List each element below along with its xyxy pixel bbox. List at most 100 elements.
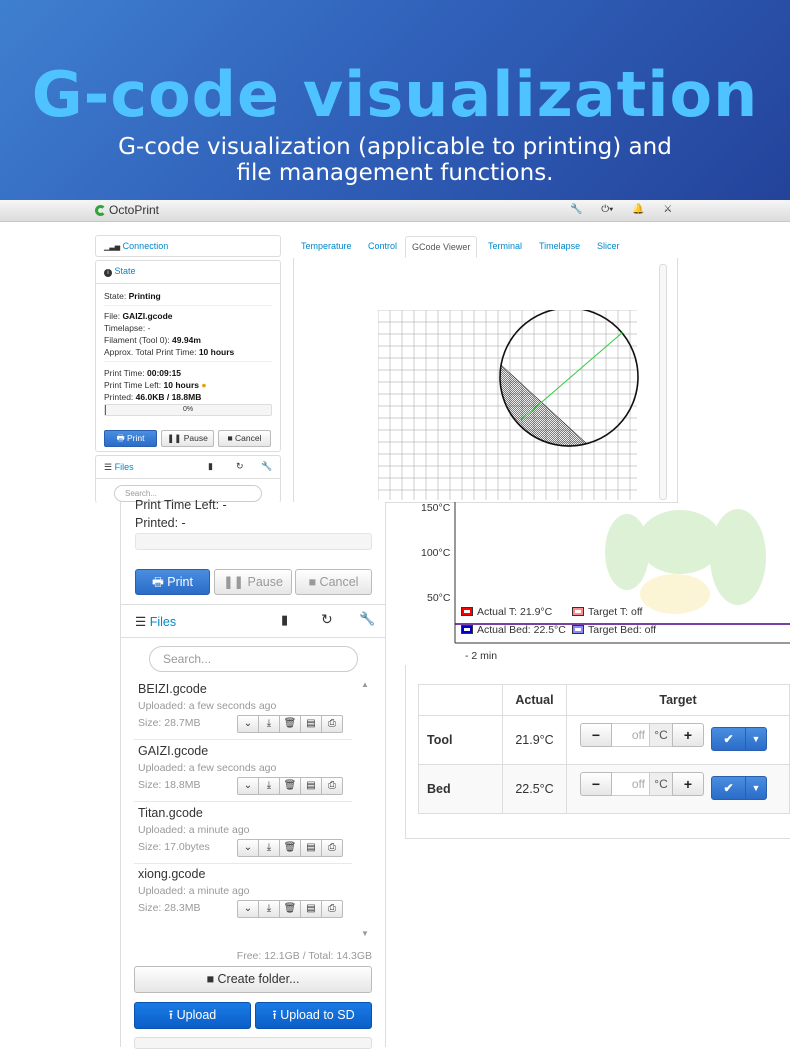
navbar: OctoPrint 🔧 ⏻▾ 🔔 ⚔ <box>0 200 790 222</box>
unit-label: °C <box>650 772 672 796</box>
files-label-small[interactable]: Files <box>115 462 134 472</box>
file-item[interactable]: Titan.gcode Uploaded: a minute ago Size:… <box>134 802 352 864</box>
printer-icon[interactable]: ⎙ <box>321 839 343 857</box>
state-panel: i State State: Printing File: GAIZI.gcod… <box>95 260 281 452</box>
tool-set-button[interactable]: ✔ ▼ <box>711 727 767 751</box>
cancel-button[interactable]: ■ Cancel <box>295 569 372 595</box>
pause-button-small[interactable]: ❚❚ Pause <box>161 430 214 447</box>
wrench-icon[interactable]: 🔧 <box>261 461 272 472</box>
temperature-chart: 150°C 100°C 50°C Actual T: 21.9°C Target… <box>405 502 790 662</box>
trash-icon[interactable]: 🗑 <box>279 839 301 857</box>
estimate-dot-icon: ● <box>201 380 207 390</box>
chevron-down-icon[interactable]: ⌄ <box>237 777 259 795</box>
storage-info: Free: 12.1GB / Total: 14.3GB <box>236 950 372 962</box>
y-tick-label: 50°C <box>427 592 451 604</box>
minus-icon[interactable]: − <box>580 772 612 796</box>
folder-open-icon[interactable]: ▤ <box>300 715 322 733</box>
state-label[interactable]: State <box>115 266 136 276</box>
trash-icon[interactable]: 🗑 <box>279 777 301 795</box>
minus-icon[interactable]: − <box>580 723 612 747</box>
brand[interactable]: OctoPrint <box>95 203 159 217</box>
y-tick-label: 150°C <box>421 502 451 514</box>
progress-text: 0% <box>182 406 194 413</box>
legend-item: Actual Bed: 22.5°C <box>461 624 566 636</box>
chevron-down-icon[interactable]: ⌄ <box>237 900 259 918</box>
bed-set-button[interactable]: ✔ ▼ <box>711 776 767 800</box>
check-icon: ✔ <box>712 728 746 750</box>
toolpath-line <box>520 331 624 421</box>
file-item[interactable]: BEIZI.gcode Uploaded: a few seconds ago … <box>134 678 352 740</box>
download-icon[interactable]: ⤓ <box>258 839 280 857</box>
bell-icon[interactable]: 🔔 <box>632 204 644 215</box>
folder-open-icon[interactable]: ▤ <box>300 900 322 918</box>
files-scrollbar[interactable]: ▲ ▼ <box>357 680 373 938</box>
table-header: Actual <box>502 684 567 716</box>
list-icon: ☰ <box>135 615 147 629</box>
refresh-icon[interactable]: ↻ <box>236 461 244 472</box>
row-label: Bed <box>418 764 503 814</box>
file-item[interactable]: xiong.gcode Uploaded: a minute ago Size:… <box>134 863 352 925</box>
tool-target-input[interactable]: off <box>612 723 650 747</box>
caret-down-icon[interactable]: ▼ <box>746 777 766 799</box>
caret-down-icon[interactable]: ▼ <box>746 728 766 750</box>
cancel-button-small[interactable]: ■ Cancel <box>218 430 271 447</box>
tool-target-stepper[interactable]: − off °C + <box>580 723 704 747</box>
plus-icon[interactable]: + <box>672 723 704 747</box>
tab-temperature[interactable]: Temperature <box>295 236 358 258</box>
tab-gcode-viewer[interactable]: GCode Viewer <box>405 236 478 258</box>
wrench-icon[interactable]: 🔧 <box>359 611 375 627</box>
pause-button[interactable]: ❚❚ Pause <box>214 569 292 595</box>
tab-timelapse[interactable]: Timelapse <box>533 236 586 258</box>
actual-value: 22.5°C <box>502 764 567 814</box>
folder-open-icon[interactable]: ▤ <box>300 839 322 857</box>
wrench-icon[interactable]: 🔧 <box>570 204 582 215</box>
create-folder-button[interactable]: ■ Create folder... <box>134 966 372 993</box>
list-icon: ☰ <box>104 462 113 472</box>
tab-control[interactable]: Control <box>362 236 403 258</box>
trash-icon[interactable]: 🗑 <box>279 900 301 918</box>
info-icon: i <box>104 269 112 277</box>
trash-icon[interactable]: 🗑 <box>279 715 301 733</box>
chevron-down-icon[interactable]: ⌄ <box>237 839 259 857</box>
connection-panel[interactable]: ▁▃▅ Connection <box>95 235 281 257</box>
tab-terminal[interactable]: Terminal <box>482 236 528 258</box>
printer-icon[interactable]: ⎙ <box>321 777 343 795</box>
tab-slicer[interactable]: Slicer <box>591 236 626 258</box>
printer-icon[interactable]: ⎙ <box>321 900 343 918</box>
filament-row: Filament (Tool 0): 49.94m <box>104 335 201 345</box>
files-label[interactable]: Files <box>150 615 176 629</box>
upload-file-icon[interactable]: ▮ <box>281 612 288 628</box>
navbar-actions: 🔧 ⏻▾ 🔔 ⚔ <box>570 204 688 215</box>
signal-icon: ▁▃▅ <box>104 244 121 251</box>
printer-icon[interactable]: ⎙ <box>321 715 343 733</box>
octoprint-watermark-icon <box>605 509 766 614</box>
download-icon[interactable]: ⤓ <box>258 715 280 733</box>
layer-slider[interactable] <box>659 264 667 500</box>
upload-button[interactable]: ⭱ Upload <box>134 1002 251 1029</box>
power-icon[interactable]: ⏻▾ <box>601 204 613 215</box>
unit-label: °C <box>650 723 672 747</box>
download-icon[interactable]: ⤓ <box>258 900 280 918</box>
download-icon[interactable]: ⤓ <box>258 777 280 795</box>
connection-label[interactable]: Connection <box>123 241 169 251</box>
search-input[interactable]: Search... <box>149 646 358 672</box>
file-icon[interactable]: ▮ <box>208 461 213 472</box>
state-row: State: Printing <box>104 291 161 301</box>
bed-target-stepper[interactable]: − off °C + <box>580 772 704 796</box>
table-header: Target <box>566 684 790 716</box>
folder-open-icon[interactable]: ▤ <box>300 777 322 795</box>
bed-target-input[interactable]: off <box>612 772 650 796</box>
plus-icon[interactable]: + <box>672 772 704 796</box>
timelapse-row: Timelapse: - <box>104 323 151 333</box>
chevron-down-icon[interactable]: ⌄ <box>237 715 259 733</box>
refresh-icon[interactable]: ↻ <box>321 611 333 628</box>
files-panel-small: ☰ Files ▮ ↻ 🔧 Search... <box>95 455 281 503</box>
hero-title: G-code visualization <box>31 58 759 131</box>
upload-sd-button[interactable]: ⭱ Upload to SD <box>255 1002 372 1029</box>
file-item[interactable]: GAIZI.gcode Uploaded: a few seconds ago … <box>134 740 352 802</box>
print-button[interactable]: 🖶 Print <box>135 569 210 595</box>
gcode-canvas[interactable] <box>378 310 648 500</box>
user-icon[interactable]: ⚔ <box>663 204 672 215</box>
check-icon: ✔ <box>712 777 746 799</box>
print-button-small[interactable]: 🖶 Print <box>104 430 157 447</box>
